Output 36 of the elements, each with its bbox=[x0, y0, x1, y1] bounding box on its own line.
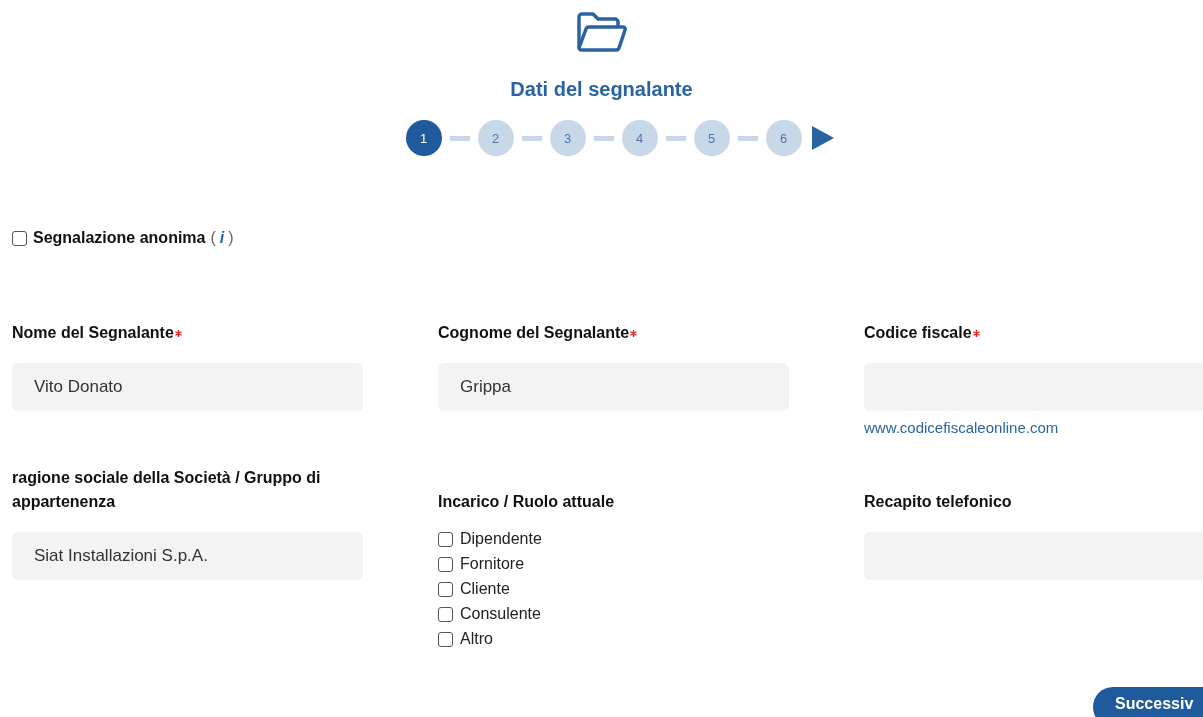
step-indicator[interactable]: 1 bbox=[405, 120, 442, 156]
step-indicator[interactable]: 2 bbox=[477, 120, 514, 156]
step-connector bbox=[665, 135, 686, 141]
role-checkbox[interactable] bbox=[438, 531, 453, 547]
step-connector bbox=[449, 135, 470, 141]
option-label: Dipendente bbox=[460, 530, 542, 548]
step-indicator[interactable]: 6 bbox=[765, 120, 802, 156]
step-connector bbox=[593, 135, 614, 141]
role-checkbox[interactable] bbox=[438, 631, 453, 647]
step-connector bbox=[521, 135, 542, 141]
option-label: Fornitore bbox=[460, 555, 525, 573]
website-link[interactable]: www.codicefiscaleonline.com bbox=[864, 419, 1059, 436]
next-button[interactable]: Successiv bbox=[1093, 687, 1203, 717]
role-checkbox[interactable] bbox=[438, 581, 453, 597]
page-title: Dati del segnalante bbox=[510, 78, 693, 101]
input-field[interactable]: Siat Installazioni S.p.A. bbox=[12, 532, 363, 580]
field-label: Nome del Segnalante bbox=[12, 323, 174, 343]
field-label: Cognome del Segnalante bbox=[438, 323, 630, 343]
step-indicator[interactable]: 3 bbox=[549, 120, 586, 156]
info-icon[interactable]: (i) bbox=[210, 229, 234, 247]
folder-icon bbox=[575, 11, 628, 53]
input-field[interactable]: Grippa bbox=[438, 363, 789, 411]
field-label: Incarico / Ruolo attuale bbox=[438, 492, 615, 512]
option-label: Altro bbox=[460, 630, 493, 648]
field-label: Codice fiscale bbox=[864, 323, 972, 343]
anonymous-checkbox[interactable] bbox=[12, 230, 27, 246]
step-connector bbox=[737, 135, 758, 141]
input-field[interactable]: Vito Donato bbox=[12, 363, 363, 411]
field-label: ragione sociale della Società / Gruppo di appartenenza bbox=[12, 468, 322, 512]
next-step-icon[interactable] bbox=[811, 126, 834, 150]
anonymous-label: Segnalazione anonima bbox=[33, 229, 206, 247]
role-checkbox[interactable] bbox=[438, 606, 453, 622]
role-checkbox[interactable] bbox=[438, 556, 453, 572]
option-label: Cliente bbox=[460, 580, 510, 598]
option-label: Consulente bbox=[460, 605, 541, 623]
field-label: Recapito telefonico bbox=[864, 492, 1012, 512]
